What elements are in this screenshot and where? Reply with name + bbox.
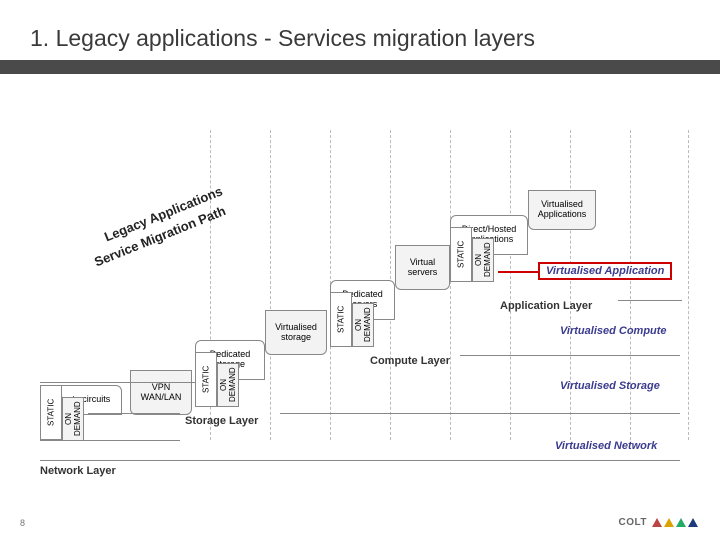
box-virtualised-storage: Virtualised storage <box>265 310 327 355</box>
tag-od-storage: ON DEMAND <box>217 363 239 407</box>
logo-triangle-icon <box>676 518 686 527</box>
label-virtualised-storage: Virtualised Storage <box>560 380 660 392</box>
grid-zone <box>210 130 690 440</box>
label-network-layer: Network Layer <box>40 465 116 477</box>
logo-triangle-icon <box>688 518 698 527</box>
tag-od-apps: ON DEMAND <box>472 238 494 282</box>
tag-static-apps: STATIC <box>450 227 472 282</box>
tag-od-compute: ON DEMAND <box>352 303 374 347</box>
logo-triangle-icon <box>664 518 674 527</box>
label-storage-layer: Storage Layer <box>185 415 258 427</box>
box-virtual-servers: Virtual servers <box>395 245 450 290</box>
title-underline <box>0 60 720 74</box>
callout-virtualised-application: Virtualised Application <box>538 262 672 280</box>
label-virtualised-compute: Virtualised Compute <box>560 325 667 337</box>
brand-logo: COLT <box>619 517 698 528</box>
label-virtualised-network: Virtualised Network <box>555 440 657 452</box>
logo-triangle-icon <box>652 518 662 527</box>
tag-static-storage: STATIC <box>195 352 217 407</box>
box-virtualised-apps: Virtualised Applications <box>528 190 596 230</box>
tag-static-compute: STATIC <box>330 292 352 347</box>
label-application-layer: Application Layer <box>500 300 592 312</box>
callout-line <box>498 271 538 273</box>
tag-od-network: ON DEMAND <box>62 397 84 441</box>
label-compute-layer: Compute Layer <box>370 355 450 367</box>
page-title: 1. Legacy applications - Services migrat… <box>30 25 535 52</box>
brand-text: COLT <box>619 517 647 528</box>
page-number: 8 <box>20 518 25 528</box>
tag-static-network: STATIC <box>40 385 62 440</box>
box-vpn: VPN WAN/LAN <box>130 370 192 415</box>
